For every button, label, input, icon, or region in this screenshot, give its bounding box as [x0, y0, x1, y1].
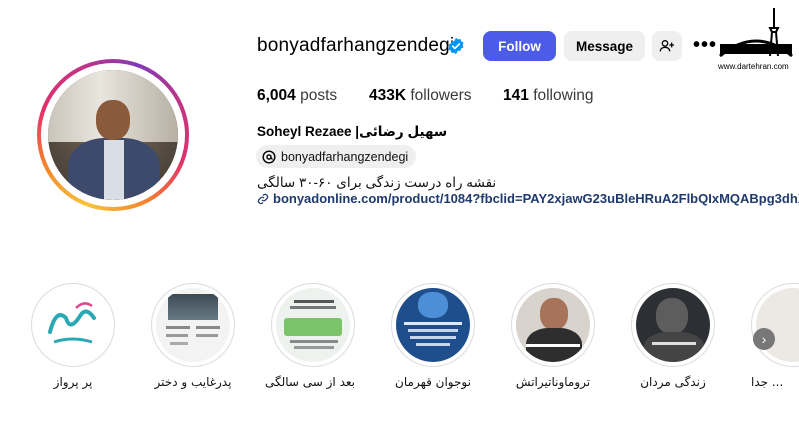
followers-stat[interactable]: 433K followers	[369, 87, 472, 105]
highlight-item[interactable]: پدرغایب و دختر	[151, 283, 235, 389]
add-user-icon	[659, 40, 674, 52]
follow-button[interactable]: Follow	[483, 31, 556, 61]
highlight-item[interactable]: زندگی مردان	[631, 283, 715, 389]
threads-link[interactable]: bonyadfarhangzendegi	[256, 145, 417, 168]
profile-username: bonyadfarhangzendegi	[257, 35, 455, 56]
profile-link-text: bonyadonline.com/product/1084?fbclid=PAY…	[273, 191, 799, 206]
highlight-item[interactable]: تروماوناتیراتش	[511, 283, 595, 389]
profile-bio: نقشه راه درست زندگی برای ۶۰-۳۰ سالگی	[257, 175, 497, 190]
more-options-icon[interactable]: •••	[693, 35, 717, 55]
posts-stat: 6,004 posts	[257, 87, 338, 104]
highlights-next-button[interactable]: ›	[753, 328, 775, 350]
highlight-item[interactable]: نوجوان قهرمان	[391, 283, 475, 389]
avatar-photo	[48, 70, 178, 200]
watermark-url: www.dartehran.com	[718, 62, 789, 71]
highlight-item[interactable]: بعد از سی سالگی	[264, 283, 355, 389]
profile-full-name: Soheyl Rezaee |سهیل رضائی	[257, 124, 448, 139]
threads-icon	[262, 149, 276, 164]
suggested-accounts-button[interactable]	[652, 31, 682, 61]
profile-avatar[interactable]	[37, 59, 189, 211]
highlight-label: پدرغایب و دختر	[154, 375, 232, 389]
highlight-label: زندگی مردان	[640, 375, 706, 389]
chevron-right-icon: ›	[761, 331, 767, 347]
highlight-label: بعد از سی سالگی	[264, 375, 355, 389]
highlight-label: تروماوناتیراتش	[515, 375, 591, 389]
highlight-item[interactable]: پر پرواز	[31, 283, 115, 389]
message-button[interactable]: Message	[564, 31, 645, 61]
threads-handle: bonyadfarhangzendegi	[281, 149, 409, 164]
verified-badge-icon	[448, 37, 464, 55]
highlight-label: پر پرواز	[53, 375, 93, 389]
highlight-label: نوجوان قهرمان	[395, 375, 471, 389]
following-stat[interactable]: 141 following	[503, 87, 594, 105]
profile-link[interactable]: bonyadonline.com/product/1084?fbclid=PAY…	[257, 191, 799, 206]
highlight-label: ... جدا	[751, 375, 784, 389]
link-icon	[257, 193, 269, 204]
